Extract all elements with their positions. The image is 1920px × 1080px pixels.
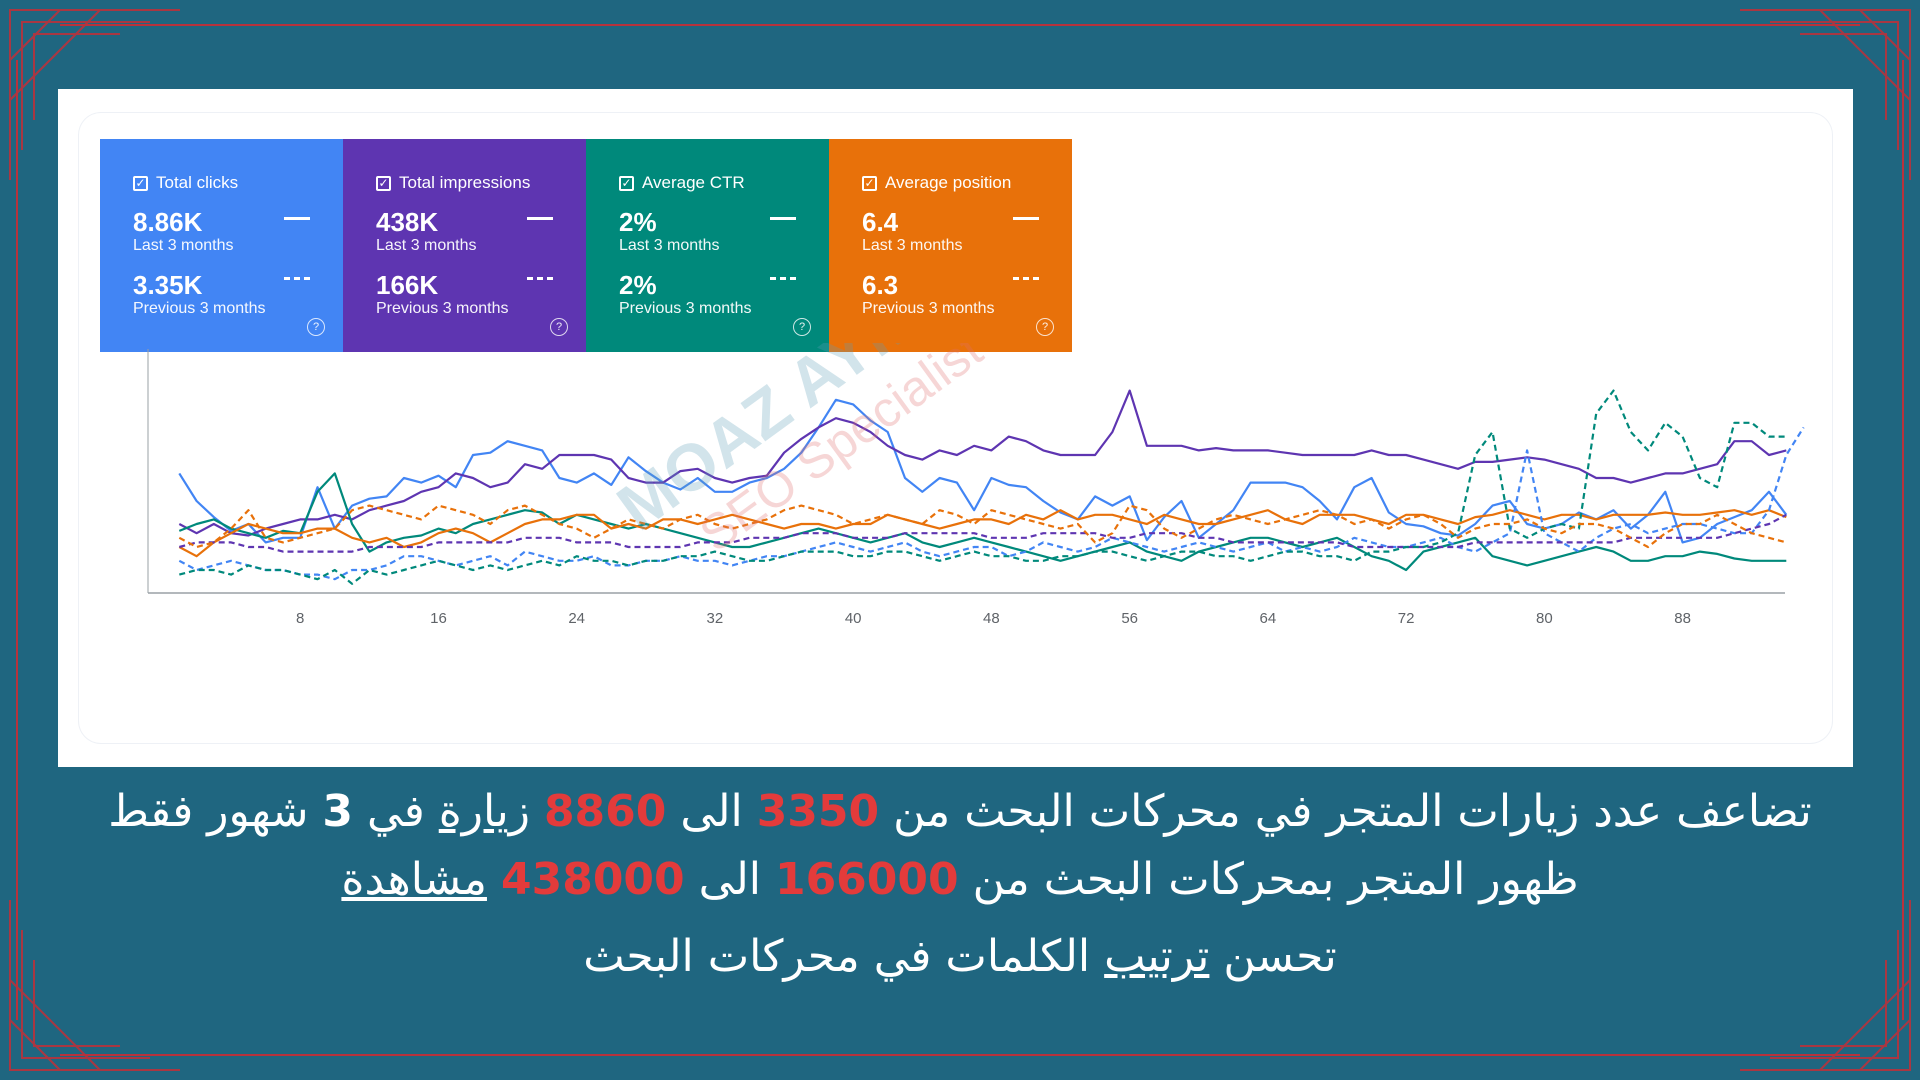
metric-card-average-ctr[interactable]: ✓ Average CTR 2% Last 3 months 2% Previou… — [586, 139, 829, 352]
metric-card-average-position[interactable]: ✓ Average position 6.4 Last 3 months 6.3 … — [829, 139, 1072, 352]
card-previous-value: 6.3 — [862, 270, 899, 300]
caption-text: الكلمات في محركات البحث — [583, 931, 1105, 982]
caption-text — [530, 786, 544, 837]
series-line-0-solid — [178, 398, 1788, 544]
checkbox-checked-icon[interactable]: ✓ — [376, 175, 391, 191]
caption-text: تحسن — [1209, 931, 1337, 982]
card-previous-value: 2% — [619, 270, 657, 300]
caption-text: الى — [666, 786, 757, 837]
caption-number: 3350 — [756, 786, 880, 837]
caption-number: 438000 — [500, 854, 685, 905]
solid-line-legend-icon — [284, 217, 310, 220]
watermark: MOAZ AYMAN SEO Specialist — [604, 343, 1008, 563]
performance-line-chart: 8 16 24 32 40 48 56 64 72 80 88 MOAZ AYMAN SEO Spe… — [147, 343, 1805, 627]
frame-left-line — [16, 60, 18, 1020]
help-icon[interactable]: ? — [307, 318, 325, 336]
performance-report: ✓ Total clicks 8.86K Last 3 months 3.35K … — [79, 113, 1832, 743]
card-title: Total clicks — [156, 173, 239, 192]
caption-text: الى — [684, 854, 775, 905]
dashed-line-legend-icon — [284, 277, 310, 280]
dashed-line-legend-icon — [527, 277, 553, 280]
solid-line-legend-icon — [1013, 217, 1039, 220]
card-current-label: Last 3 months — [133, 237, 234, 254]
frame-top-line — [60, 24, 1860, 26]
frame-right-line — [1902, 60, 1904, 1020]
metric-cards: ✓ Total clicks 8.86K Last 3 months 3.35K … — [100, 139, 1072, 352]
card-current-value: 8.86K — [133, 207, 203, 237]
caption-underlined-word: ترتيب — [1104, 931, 1210, 982]
caption-number: 166000 — [774, 854, 959, 905]
solid-line-legend-icon — [527, 217, 553, 220]
card-current-label: Last 3 months — [619, 237, 720, 254]
series-line-6-dashed — [179, 389, 1787, 585]
dashed-line-legend-icon — [770, 277, 796, 280]
x-tick-labels: 8 16 24 32 40 48 56 64 72 80 88 — [296, 610, 1691, 627]
card-current-value: 6.4 — [862, 207, 899, 237]
card-previous-label: Previous 3 months — [376, 300, 509, 317]
caption-text — [487, 854, 501, 905]
card-header: ✓ Total impressions — [376, 173, 530, 193]
card-previous-label: Previous 3 months — [133, 300, 266, 317]
caption-underlined-word: مشاهدة — [341, 854, 487, 905]
x-tick-label: 64 — [1260, 610, 1277, 627]
x-tick-label: 32 — [707, 610, 724, 627]
x-tick-label: 88 — [1674, 610, 1691, 627]
x-tick-label: 72 — [1398, 610, 1415, 627]
solid-line-legend-icon — [770, 217, 796, 220]
help-icon[interactable]: ? — [793, 318, 811, 336]
card-header: ✓ Total clicks — [133, 173, 238, 193]
series-line-1-solid — [178, 389, 1787, 537]
card-current-value: 438K — [376, 207, 439, 237]
card-current-value: 2% — [619, 207, 657, 237]
x-tick-label: 56 — [1121, 610, 1138, 627]
caption-line-2: ظهور المتجر بمحركات البحث من 166000 الى … — [30, 858, 1890, 902]
x-tick-label: 48 — [983, 610, 1000, 627]
card-header: ✓ Average position — [862, 173, 1011, 193]
screenshot-panel: ✓ Total clicks 8.86K Last 3 months 3.35K … — [58, 89, 1853, 767]
checkbox-checked-icon[interactable]: ✓ — [619, 175, 634, 191]
x-tick-label: 8 — [296, 610, 304, 627]
caption-number: 8860 — [543, 786, 667, 837]
x-tick-label: 80 — [1536, 610, 1553, 627]
metric-card-total-impressions[interactable]: ✓ Total impressions 438K Last 3 months 16… — [343, 139, 586, 352]
caption-text: ظهور المتجر بمحركات البحث من — [958, 854, 1579, 905]
corner-ornament-bottom-left — [9, 900, 180, 1071]
frame-bottom-line — [60, 1054, 1860, 1056]
caption-line-3: تحسن ترتيب الكلمات في محركات البحث — [30, 935, 1890, 979]
help-icon[interactable]: ? — [550, 318, 568, 336]
checkbox-checked-icon[interactable]: ✓ — [133, 175, 148, 191]
caption-underlined-word: زيارة — [438, 786, 530, 837]
metric-card-total-clicks[interactable]: ✓ Total clicks 8.86K Last 3 months 3.35K … — [100, 139, 343, 352]
checkbox-checked-icon[interactable]: ✓ — [862, 175, 877, 191]
dashed-line-legend-icon — [1013, 277, 1039, 280]
card-current-label: Last 3 months — [862, 237, 963, 254]
x-tick-label: 24 — [568, 610, 585, 627]
x-tick-label: 40 — [845, 610, 862, 627]
card-current-label: Last 3 months — [376, 237, 477, 254]
card-title: Total impressions — [399, 173, 531, 192]
card-title: Average CTR — [642, 173, 745, 192]
caption-number: 3 — [322, 786, 354, 837]
caption-text: شهور فقط — [108, 786, 323, 837]
card-header: ✓ Average CTR — [619, 173, 745, 193]
card-previous-value: 166K — [376, 270, 439, 300]
card-previous-value: 3.35K — [133, 270, 203, 300]
card-previous-label: Previous 3 months — [862, 300, 995, 317]
card-title: Average position — [885, 173, 1012, 192]
card-previous-label: Previous 3 months — [619, 300, 752, 317]
help-icon[interactable]: ? — [1036, 318, 1054, 336]
series-layer — [178, 389, 1805, 585]
caption-line-1: تضاعف عدد زيارات المتجر في محركات البحث … — [30, 790, 1890, 834]
caption-text: تضاعف عدد زيارات المتجر في محركات البحث … — [879, 786, 1812, 837]
caption-text: في — [353, 786, 439, 837]
corner-ornament-bottom-right — [1740, 900, 1911, 1071]
x-tick-label: 16 — [430, 610, 447, 627]
